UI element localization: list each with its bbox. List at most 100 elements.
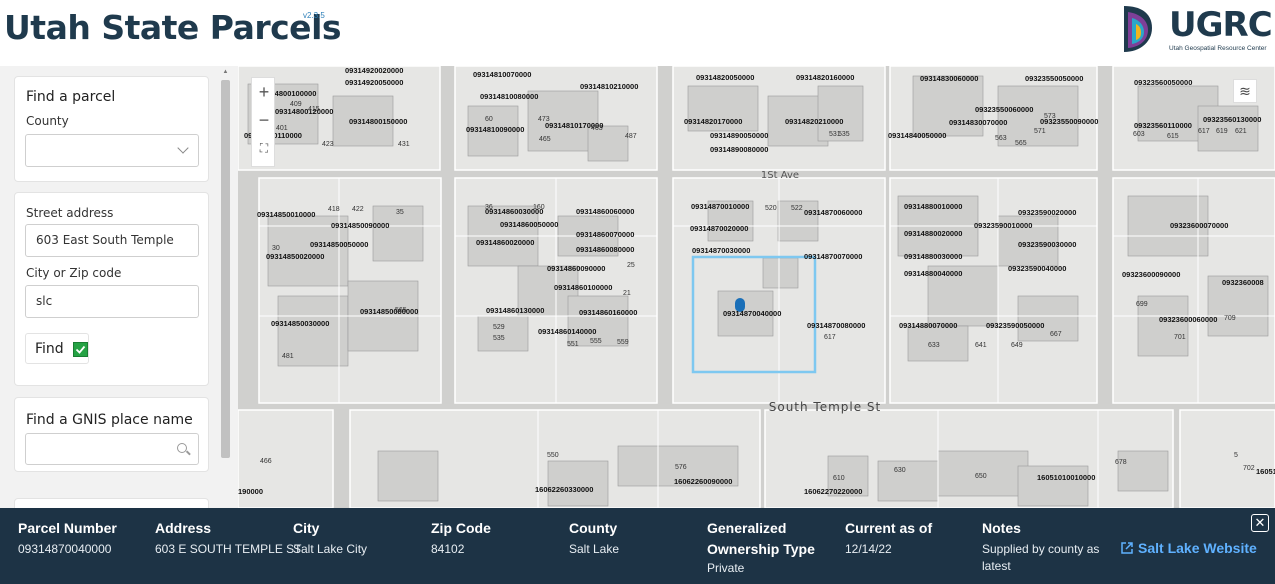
building bbox=[477, 315, 529, 352]
house-number-label: 617 bbox=[1198, 128, 1210, 135]
house-number-label: 702 bbox=[1243, 465, 1255, 472]
house-number-label: 551 bbox=[567, 341, 579, 348]
street-address-input[interactable]: 603 East South Temple bbox=[25, 224, 199, 257]
find-button[interactable]: Find bbox=[25, 333, 89, 364]
parcel-id-label: 09314810210000 bbox=[580, 82, 638, 91]
house-number-label: 431 bbox=[398, 141, 410, 148]
salt-lake-website-link[interactable]: Salt Lake Website bbox=[1120, 540, 1257, 556]
parcel-id-label: 09314860050000 bbox=[500, 220, 558, 229]
fullscreen-button[interactable]: ⛶ bbox=[252, 134, 276, 162]
city-zip-input[interactable]: slc bbox=[25, 285, 199, 318]
house-number-label: 25 bbox=[627, 262, 635, 269]
parcel-id-label: 09314870030000 bbox=[692, 246, 750, 255]
house-number-label: 466 bbox=[260, 458, 272, 465]
parcel-id-label: 09314860060000 bbox=[576, 207, 634, 216]
gnis-card: Find a GNIS place name bbox=[14, 397, 209, 472]
info-heading: Notes bbox=[982, 520, 1021, 536]
info-value: Private bbox=[707, 561, 745, 575]
info-value: Salt Lake bbox=[569, 542, 620, 556]
house-number-label: 565 bbox=[1015, 140, 1027, 147]
parcel-id-label: 16062270220000 bbox=[804, 487, 862, 496]
parcel-id-label: 09314890050000 bbox=[710, 131, 768, 140]
house-number-label: 621 bbox=[1235, 128, 1247, 135]
info-value: 12/14/22 bbox=[845, 542, 892, 556]
house-number-label: 650 bbox=[975, 473, 987, 480]
sidebar: Find a parcel County Street address 603 … bbox=[0, 66, 238, 508]
ugrc-logo[interactable]: UGRC Utah Geospatial Resource Center bbox=[1122, 2, 1275, 58]
parcel-id-label: 09323600060000 bbox=[1159, 315, 1217, 324]
close-icon[interactable]: ✕ bbox=[1251, 514, 1269, 532]
house-number-label: 573 bbox=[1044, 113, 1056, 120]
house-number-label: 699 bbox=[1136, 301, 1148, 308]
info-city: City Salt Lake City bbox=[293, 520, 367, 556]
parcel-id-label: 09314870080000 bbox=[807, 321, 865, 330]
house-number-label: 520 bbox=[765, 205, 777, 212]
house-number-label: 418 bbox=[328, 206, 340, 213]
house-number-label: 535 bbox=[493, 335, 505, 342]
parcel-id-label: 09314920050000 bbox=[345, 78, 403, 87]
parcel-id-label: 09314870070000 bbox=[804, 252, 862, 261]
parcel-id-label: 09323600070000 bbox=[1170, 221, 1228, 230]
info-value: 09314870040000 bbox=[18, 542, 112, 556]
house-number-label: 571 bbox=[1034, 128, 1046, 135]
house-number-label: 160 bbox=[533, 204, 545, 211]
layers-icon[interactable]: ≋ bbox=[1233, 79, 1257, 103]
county-select[interactable] bbox=[25, 134, 199, 167]
parcel-id-label: 09314820160000 bbox=[796, 73, 854, 82]
parcel-id-label: 09314880010000 bbox=[904, 202, 962, 211]
building bbox=[997, 85, 1079, 147]
parcel-id-label: 09314860090000 bbox=[547, 264, 605, 273]
parcel-id-label: 09314830060000 bbox=[920, 74, 978, 83]
parcel-id-label: 09314920020000 bbox=[345, 66, 403, 75]
find-button-label: Find bbox=[35, 341, 64, 357]
app-root: Utah State Parcels v2.3.5 UGRC Utah Geos… bbox=[0, 0, 1275, 584]
gnis-title: Find a GNIS place name bbox=[26, 412, 193, 428]
house-number-label: 535 bbox=[838, 131, 850, 138]
parcel-id-label: 09314870040000 bbox=[723, 309, 781, 318]
zoom-in-button[interactable]: + bbox=[252, 78, 276, 106]
parcel-id-label: 09314800120000 bbox=[275, 107, 333, 116]
county-label: County bbox=[26, 114, 69, 128]
building bbox=[1017, 465, 1089, 507]
external-link-icon bbox=[1121, 542, 1133, 554]
building bbox=[912, 75, 984, 137]
house-number-label: 522 bbox=[791, 205, 803, 212]
house-number-label: 709 bbox=[1224, 315, 1236, 322]
parcel-id-label: 09323560130000 bbox=[1203, 115, 1261, 124]
next-card bbox=[14, 498, 209, 508]
house-number-label: 423 bbox=[322, 141, 334, 148]
sidebar-scroll-thumb[interactable] bbox=[221, 80, 230, 458]
parcel-id-label: 09314870060000 bbox=[804, 208, 862, 217]
house-number-label: 422 bbox=[352, 206, 364, 213]
parcel-id-label: 09323590010000 bbox=[974, 221, 1032, 230]
house-number-label: 667 bbox=[1050, 331, 1062, 338]
info-heading: City bbox=[293, 520, 320, 536]
info-zip: Zip Code 84102 bbox=[431, 520, 491, 556]
info-address: Address 603 E SOUTH TEMPLE ST bbox=[155, 520, 302, 556]
info-heading: Ownership Type bbox=[707, 541, 815, 557]
search-icon bbox=[177, 443, 187, 453]
building bbox=[762, 257, 799, 289]
house-number-label: 617 bbox=[824, 334, 836, 341]
parcel-map[interactable]: 1St Ave South Temple St 09314920020000 09… bbox=[238, 66, 1275, 508]
gnis-search-input[interactable] bbox=[25, 433, 199, 465]
address-card: Street address 603 East South Temple Cit… bbox=[14, 192, 209, 386]
street-address-label: Street address bbox=[26, 206, 114, 220]
info-notes: Notes Supplied by county as latest bbox=[982, 520, 1099, 573]
city-block bbox=[1179, 409, 1275, 508]
zoom-out-button[interactable]: − bbox=[252, 106, 276, 134]
house-number-label: 550 bbox=[547, 452, 559, 459]
house-number-label: 463 bbox=[591, 125, 603, 132]
scroll-up-icon[interactable]: ▲ bbox=[221, 68, 230, 77]
info-parcel-number: Parcel Number 09314870040000 bbox=[18, 520, 117, 556]
parcel-id-label: 16062260090000 bbox=[674, 477, 732, 486]
info-county: County Salt Lake bbox=[569, 520, 619, 556]
info-heading: Parcel Number bbox=[18, 520, 117, 536]
info-ownership: Generalized Ownership Type Private bbox=[707, 520, 815, 575]
house-number-label: 701 bbox=[1174, 334, 1186, 341]
parcel-id-label: 0932360008 bbox=[1222, 278, 1264, 287]
parcel-id-label: 09323550050000 bbox=[1025, 74, 1083, 83]
parcel-id-label: 09314880020000 bbox=[904, 229, 962, 238]
info-heading: Generalized bbox=[707, 520, 787, 536]
header: Utah State Parcels v2.3.5 UGRC Utah Geos… bbox=[0, 0, 1275, 66]
